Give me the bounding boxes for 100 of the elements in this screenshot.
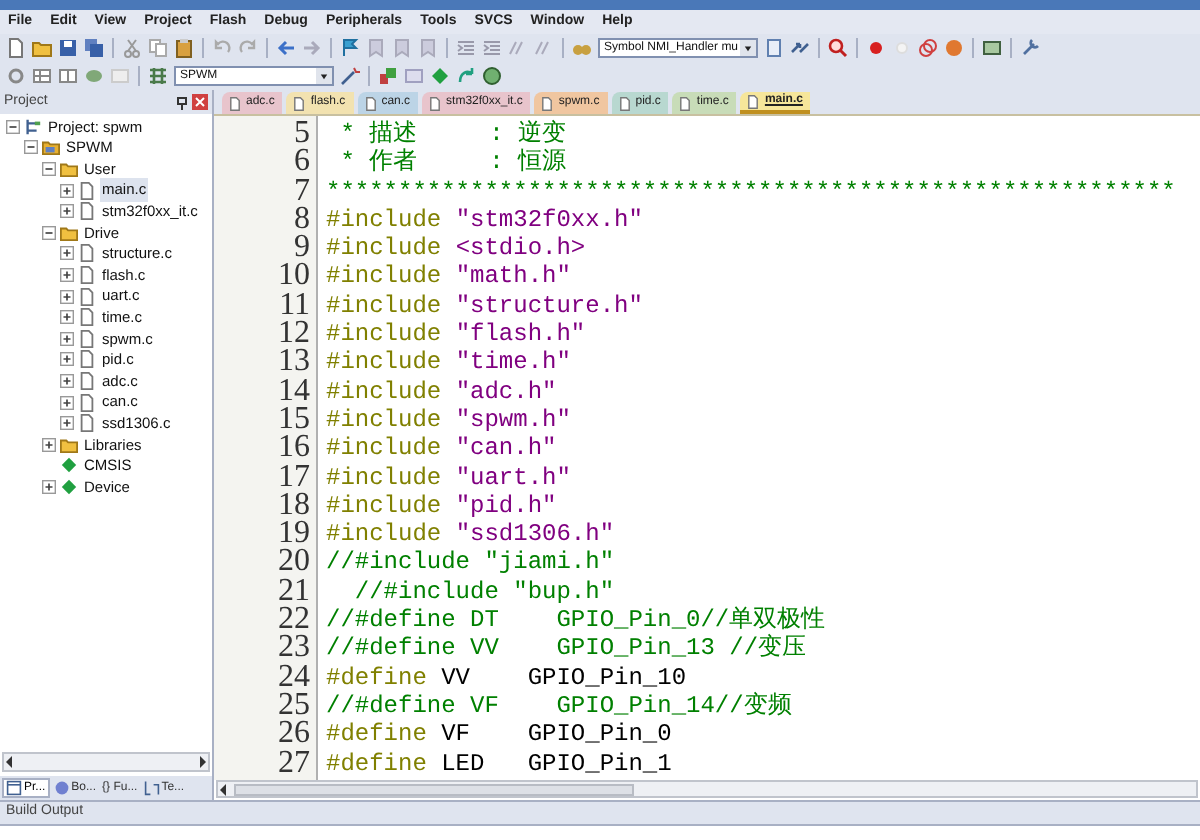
code-line: //#define VF GPIO_Pin_14//变频 (326, 691, 794, 721)
expand-icon[interactable] (60, 373, 74, 388)
code-line: //#define VV GPIO_Pin_13 //变压 (326, 634, 809, 664)
scrollbar-thumb[interactable] (234, 783, 634, 795)
horizontal-scrollbar[interactable] (2, 752, 210, 772)
code-line: #define VF GPIO_Pin_0 (326, 720, 674, 750)
line-number: 11 (279, 291, 310, 321)
right-arrow-icon[interactable] (196, 756, 208, 768)
expand-icon[interactable] (60, 183, 74, 198)
folder-icon[interactable] (32, 38, 52, 58)
left-arrow-icon[interactable] (218, 783, 230, 795)
panel-icon (6, 780, 22, 796)
page-icon (617, 95, 632, 111)
boxes-icon[interactable] (32, 66, 52, 86)
code-line: #include "structure.h" (326, 291, 645, 321)
code-line: #define VV GPIO_Pin_10 (326, 663, 689, 692)
folder-icon (60, 435, 78, 454)
pin-icon[interactable] (176, 95, 188, 109)
wrench-icon[interactable] (1020, 38, 1040, 58)
expand-icon[interactable] (60, 246, 74, 261)
disks-icon[interactable] (84, 38, 104, 58)
line-number: 25 (278, 691, 310, 721)
code-line: #include "pid.h" (326, 491, 559, 521)
code-line: #include "can.h" (326, 434, 559, 464)
line-number: 6 (294, 148, 310, 178)
collapse-icon[interactable] (42, 161, 56, 176)
page-icon (746, 93, 761, 109)
line-number: 24 (278, 663, 310, 692)
code-line: //#include "jiami.h" (326, 548, 617, 578)
line-number: 23 (278, 634, 310, 664)
line-number: 16 (278, 434, 310, 464)
boxes-icon[interactable] (58, 66, 78, 86)
code-line: * 描述 : 逆变 (338, 120, 569, 148)
expand-icon[interactable] (60, 204, 74, 219)
line-number: 19 (278, 520, 310, 549)
page-icon (678, 95, 693, 111)
expand-icon[interactable] (60, 267, 74, 282)
code-line: * 作者 : 恒源 (338, 148, 569, 178)
expand-icon[interactable] (60, 395, 74, 410)
expand-icon[interactable] (60, 289, 74, 304)
page-icon[interactable] (6, 38, 26, 58)
code-line: #include "adc.h" (326, 377, 559, 406)
line-number: 20 (278, 548, 310, 578)
folder-icon (60, 223, 78, 242)
expand-icon[interactable] (60, 352, 74, 367)
line-number: 14 (278, 377, 310, 406)
curved-arrow-icon[interactable] (456, 66, 476, 86)
code-line: #include "ssd1306.h" (326, 520, 617, 549)
line-number: 12 (278, 320, 310, 349)
diamond-icon[interactable] (430, 66, 450, 86)
folder-icon (60, 159, 78, 178)
code-line: #include "math.h" (326, 262, 573, 292)
stack-icon[interactable] (378, 66, 398, 86)
horizontal-scrollbar[interactable] (216, 780, 1198, 798)
window-icon[interactable] (982, 38, 1002, 58)
code-line: #include "stm32f0xx.h" (326, 205, 645, 235)
arrows-icon[interactable] (790, 38, 810, 58)
flag-icon[interactable] (340, 38, 360, 58)
line-number: 7 (294, 177, 310, 206)
circles-icon[interactable] (918, 38, 938, 58)
close-icon[interactable] (192, 94, 208, 110)
line-number: 18 (278, 491, 310, 521)
code-line: //#include "bup.h" (352, 577, 617, 607)
document-icon[interactable] (764, 38, 784, 58)
line-number: 10 (278, 262, 310, 292)
line-number: 26 (278, 720, 310, 750)
expand-icon[interactable] (60, 310, 74, 325)
caret-icon (316, 68, 332, 84)
left-arrow-icon[interactable] (4, 756, 16, 768)
page-icon (228, 95, 242, 111)
collapse-icon[interactable] (6, 119, 20, 134)
expand-icon[interactable] (42, 479, 56, 494)
collapse-icon[interactable] (24, 140, 38, 155)
code-line: #include "time.h" (326, 348, 573, 378)
expand-icon[interactable] (60, 331, 74, 346)
dot-icon[interactable] (866, 38, 886, 58)
indent-icon[interactable] (482, 38, 502, 58)
line-number: 22 (278, 606, 310, 635)
grid-icon[interactable] (148, 66, 168, 86)
code-line: #include "spwm.h" (326, 405, 573, 435)
expand-icon[interactable] (60, 416, 74, 431)
collapse-icon[interactable] (42, 225, 56, 240)
project-icon (24, 117, 42, 136)
line-number: 27 (278, 749, 310, 778)
gear-icon[interactable] (6, 66, 26, 86)
code-line: #define LED GPIO_Pin_1 (326, 749, 674, 778)
copy-icon[interactable] (148, 38, 168, 58)
page-icon (540, 95, 555, 111)
clipboard-icon[interactable] (174, 38, 194, 58)
code-line: #include "uart.h" (326, 463, 573, 492)
line-number: 5 (294, 120, 310, 149)
line-number: 15 (278, 405, 310, 435)
caret-icon (740, 40, 756, 56)
magnifier-icon[interactable] (828, 38, 848, 58)
line-number: 9 (294, 234, 310, 263)
indent-icon[interactable] (456, 38, 476, 58)
page-icon (428, 95, 443, 111)
wand-icon[interactable] (340, 66, 360, 86)
scissors-icon[interactable] (122, 38, 142, 58)
expand-icon[interactable] (42, 437, 56, 452)
